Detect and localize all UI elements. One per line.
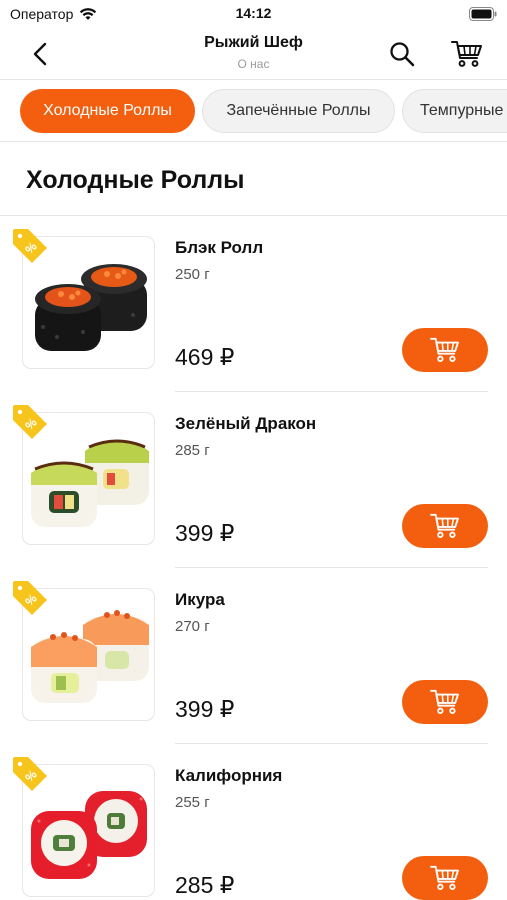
cart-icon <box>430 337 459 362</box>
discount-tag-icon: % <box>13 581 47 615</box>
search-button[interactable] <box>386 38 418 70</box>
add-to-cart-button[interactable] <box>402 680 488 724</box>
product-name: Калифорния <box>175 766 283 785</box>
cart-icon <box>430 689 459 714</box>
product-name: Икура <box>175 590 225 609</box>
search-icon <box>390 42 415 67</box>
nav-title-block[interactable]: Рыжий Шеф О нас <box>0 34 507 71</box>
clock: 14:12 <box>235 5 272 21</box>
section-title: Холодные Роллы <box>26 166 245 194</box>
discount-tag-icon: % <box>13 405 47 439</box>
product-item[interactable]: % Икура 270 г 399 ₽ <box>0 568 507 744</box>
product-price: 285 ₽ <box>175 872 235 898</box>
tab-baked-rolls[interactable]: Запечённые Роллы <box>202 89 395 133</box>
tab-cold-rolls[interactable]: Холодные Роллы <box>20 89 195 133</box>
product-price: 399 ₽ <box>175 520 235 546</box>
cart-button[interactable] <box>450 37 484 71</box>
page-title: Рыжий Шеф <box>204 34 303 51</box>
add-to-cart-button[interactable] <box>402 328 488 372</box>
product-item[interactable]: % Калифорния 255 г 285 ₽ <box>0 744 507 900</box>
product-item[interactable]: % Зелёный Дракон 285 г 399 ₽ <box>0 392 507 568</box>
product-weight: 255 г <box>175 794 210 811</box>
battery-icon <box>469 7 497 21</box>
product-item[interactable]: % Блэк Ролл 250 г 469 ₽ <box>0 216 507 392</box>
product-name: Блэк Ролл <box>175 238 264 257</box>
product-weight: 250 г <box>175 266 210 283</box>
product-price: 469 ₽ <box>175 344 235 370</box>
add-to-cart-button[interactable] <box>402 856 488 900</box>
product-price: 399 ₽ <box>175 696 235 722</box>
about-link[interactable]: О нас <box>0 57 507 71</box>
cart-icon <box>430 865 459 890</box>
cart-icon <box>430 513 459 538</box>
nav-bar: Рыжий Шеф О нас <box>0 28 507 80</box>
discount-tag-icon: % <box>13 757 47 791</box>
status-bar: Оператор 14:12 <box>0 0 507 28</box>
add-to-cart-button[interactable] <box>402 504 488 548</box>
product-weight: 270 г <box>175 618 210 635</box>
product-weight: 285 г <box>175 442 210 459</box>
discount-tag-icon: % <box>13 229 47 263</box>
cart-icon <box>451 41 482 67</box>
tab-tempura-rolls[interactable]: Темпурные Роллы <box>402 89 507 133</box>
product-name: Зелёный Дракон <box>175 414 317 433</box>
category-tabs: Холодные Роллы Запечённые Роллы Темпурны… <box>0 80 507 142</box>
